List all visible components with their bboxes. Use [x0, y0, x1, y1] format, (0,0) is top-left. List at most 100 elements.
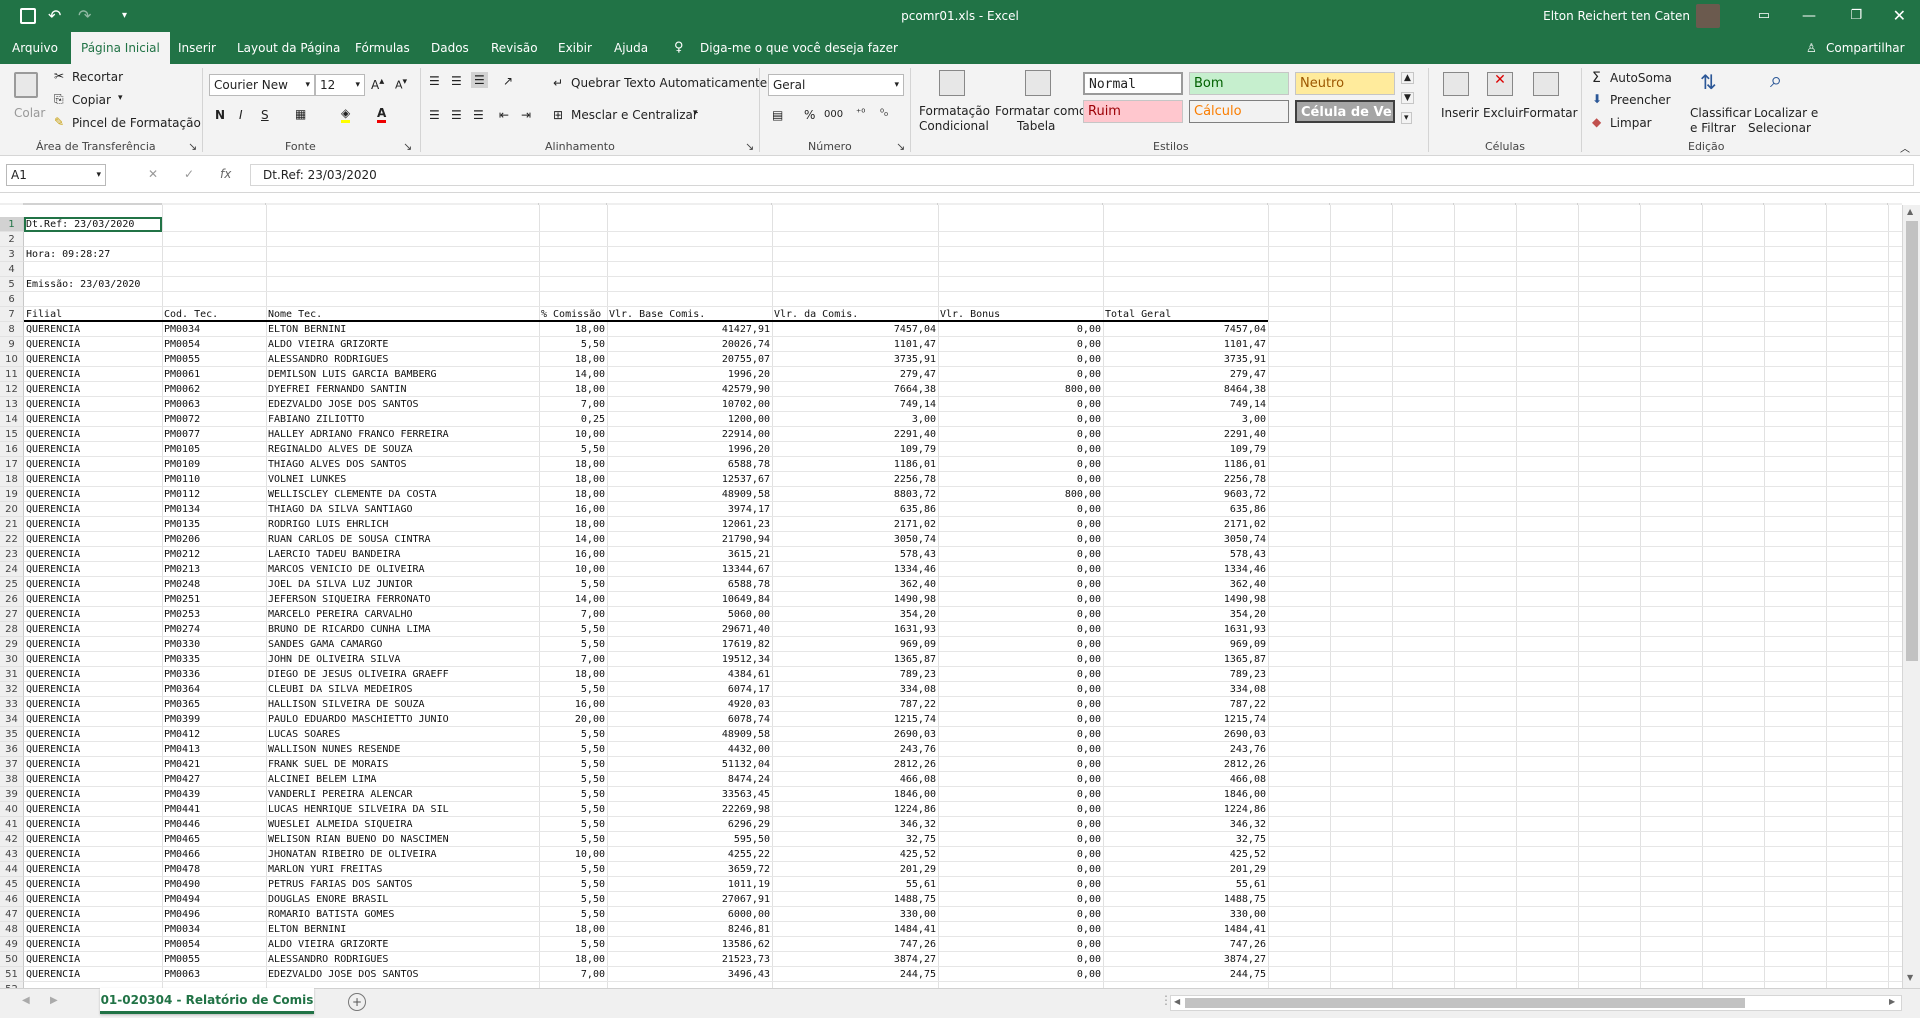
- table-cell[interactable]: SANDES GAMA CAMARGO: [268, 637, 537, 652]
- table-cell[interactable]: QUERENCIA: [26, 607, 160, 622]
- table-cell[interactable]: QUERENCIA: [26, 487, 160, 502]
- table-cell[interactable]: EDEZVALDO JOSE DOS SANTOS: [268, 967, 537, 982]
- table-cell[interactable]: 635,86: [774, 502, 936, 517]
- table-cell[interactable]: 10702,00: [609, 397, 770, 412]
- increase-indent-icon[interactable]: ⇥: [521, 108, 531, 122]
- row-header[interactable]: 28: [0, 622, 24, 637]
- table-cell[interactable]: QUERENCIA: [26, 712, 160, 727]
- copy-button[interactable]: Copiar: [72, 93, 111, 107]
- table-cell[interactable]: 0,00: [940, 847, 1101, 862]
- table-cell[interactable]: 1215,74: [1105, 712, 1266, 727]
- table-cell[interactable]: 5,50: [541, 727, 605, 742]
- table-cell[interactable]: 334,08: [774, 682, 936, 697]
- font-color-icon[interactable]: A: [377, 106, 387, 123]
- conditional-format-label-1[interactable]: Formatação: [919, 104, 990, 118]
- table-cell[interactable]: 10,00: [541, 847, 605, 862]
- number-format-select[interactable]: Geral ▾: [768, 74, 904, 96]
- table-cell[interactable]: 1215,74: [774, 712, 936, 727]
- table-cell[interactable]: 3874,27: [1105, 952, 1266, 967]
- table-cell[interactable]: 10,00: [541, 427, 605, 442]
- table-cell[interactable]: 0,00: [940, 457, 1101, 472]
- table-cell[interactable]: 747,26: [1105, 937, 1266, 952]
- table-cell[interactable]: 5,50: [541, 892, 605, 907]
- table-cell[interactable]: 3,00: [1105, 412, 1266, 427]
- scroll-up-icon[interactable]: ▲: [1907, 207, 1913, 216]
- row-header[interactable]: 49: [0, 937, 24, 952]
- table-cell[interactable]: PAULO EDUARDO MASCHIETTO JUNIO: [268, 712, 537, 727]
- style-bad[interactable]: Ruim: [1083, 100, 1183, 123]
- table-cell[interactable]: PETRUS FARIAS DOS SANTOS: [268, 877, 537, 892]
- table-cell[interactable]: 1490,98: [774, 592, 936, 607]
- row-header[interactable]: 30: [0, 652, 24, 667]
- row-header[interactable]: 32: [0, 682, 24, 697]
- row-header[interactable]: 16: [0, 442, 24, 457]
- format-as-table-icon[interactable]: [1025, 70, 1051, 96]
- table-cell[interactable]: PM0134: [164, 502, 264, 517]
- row-header[interactable]: 41: [0, 817, 24, 832]
- font-name-select[interactable]: Courier New ▾: [209, 74, 315, 96]
- table-cell[interactable]: QUERENCIA: [26, 892, 160, 907]
- row-header[interactable]: 45: [0, 877, 24, 892]
- table-cell[interactable]: 1490,98: [1105, 592, 1266, 607]
- tab-revisao[interactable]: Revisão: [491, 32, 538, 64]
- table-cell[interactable]: 346,32: [774, 817, 936, 832]
- table-cell[interactable]: QUERENCIA: [26, 862, 160, 877]
- table-cell[interactable]: PM0034: [164, 922, 264, 937]
- table-cell[interactable]: 2812,26: [1105, 757, 1266, 772]
- table-cell[interactable]: 109,79: [774, 442, 936, 457]
- formula-input[interactable]: Dt.Ref: 23/03/2020: [250, 164, 1914, 186]
- table-cell[interactable]: 0,00: [940, 862, 1101, 877]
- table-cell[interactable]: 0,00: [940, 787, 1101, 802]
- table-cell[interactable]: 2171,02: [774, 517, 936, 532]
- row-header[interactable]: 38: [0, 772, 24, 787]
- table-cell[interactable]: QUERENCIA: [26, 472, 160, 487]
- styles-scroll-down-icon[interactable]: ▼: [1401, 92, 1414, 104]
- table-cell[interactable]: 0,00: [940, 337, 1101, 352]
- table-cell[interactable]: 6588,78: [609, 457, 770, 472]
- table-cell[interactable]: 2690,03: [774, 727, 936, 742]
- table-cell[interactable]: JOHN DE OLIVEIRA SILVA: [268, 652, 537, 667]
- table-cell[interactable]: JEFERSON SIQUEIRA FERRONATO: [268, 592, 537, 607]
- style-normal[interactable]: Normal: [1083, 72, 1183, 95]
- table-cell[interactable]: PM0109: [164, 457, 264, 472]
- table-cell[interactable]: PM0054: [164, 337, 264, 352]
- table-cell[interactable]: 19512,34: [609, 652, 770, 667]
- table-cell[interactable]: DOUGLAS ENORE BRASIL: [268, 892, 537, 907]
- table-cell[interactable]: QUERENCIA: [26, 337, 160, 352]
- maximize-icon[interactable]: ❐: [1850, 0, 1862, 32]
- table-cell[interactable]: 466,08: [1105, 772, 1266, 787]
- table-cell[interactable]: 5,50: [541, 637, 605, 652]
- format-as-table-label-1[interactable]: Formatar como: [995, 104, 1086, 118]
- table-cell[interactable]: DEMILSON LUIS GARCIA BAMBERG: [268, 367, 537, 382]
- table-cell[interactable]: PM0494: [164, 892, 264, 907]
- row-header[interactable]: 1: [0, 217, 24, 232]
- table-cell[interactable]: MARLON YURI FREITAS: [268, 862, 537, 877]
- table-cell[interactable]: 27067,91: [609, 892, 770, 907]
- table-cell[interactable]: PM0105: [164, 442, 264, 457]
- table-cell[interactable]: 4920,03: [609, 697, 770, 712]
- table-cell[interactable]: 800,00: [940, 382, 1101, 397]
- table-cell[interactable]: 32,75: [774, 832, 936, 847]
- autosum-icon[interactable]: Σ: [1592, 70, 1601, 86]
- insert-cells-icon[interactable]: [1443, 72, 1469, 96]
- clipboard-launcher-icon[interactable]: ↘: [188, 140, 197, 153]
- styles-more-icon[interactable]: ▾: [1401, 112, 1412, 124]
- table-cell[interactable]: QUERENCIA: [26, 427, 160, 442]
- confirm-entry-icon[interactable]: ✓: [184, 167, 194, 181]
- table-cell[interactable]: 2256,78: [1105, 472, 1266, 487]
- table-cell[interactable]: 9603,72: [1105, 487, 1266, 502]
- row-header[interactable]: 39: [0, 787, 24, 802]
- table-cell[interactable]: 5,50: [541, 907, 605, 922]
- cell[interactable]: Emissão: 23/03/2020: [26, 277, 161, 292]
- align-right-icon[interactable]: ☰: [473, 108, 484, 122]
- table-cell[interactable]: PM0055: [164, 952, 264, 967]
- table-cell[interactable]: 7,00: [541, 652, 605, 667]
- merge-dropdown-icon[interactable]: ▾: [693, 108, 698, 118]
- table-cell[interactable]: 0,00: [940, 532, 1101, 547]
- clear-button[interactable]: Limpar: [1610, 116, 1652, 130]
- table-cell[interactable]: 21523,73: [609, 952, 770, 967]
- delete-cells-button[interactable]: Excluir: [1483, 106, 1523, 120]
- table-cell[interactable]: THIAGO ALVES DOS SANTOS: [268, 457, 537, 472]
- tell-me-search[interactable]: Diga-me o que você deseja fazer: [700, 32, 898, 64]
- table-cell[interactable]: 0,00: [940, 442, 1101, 457]
